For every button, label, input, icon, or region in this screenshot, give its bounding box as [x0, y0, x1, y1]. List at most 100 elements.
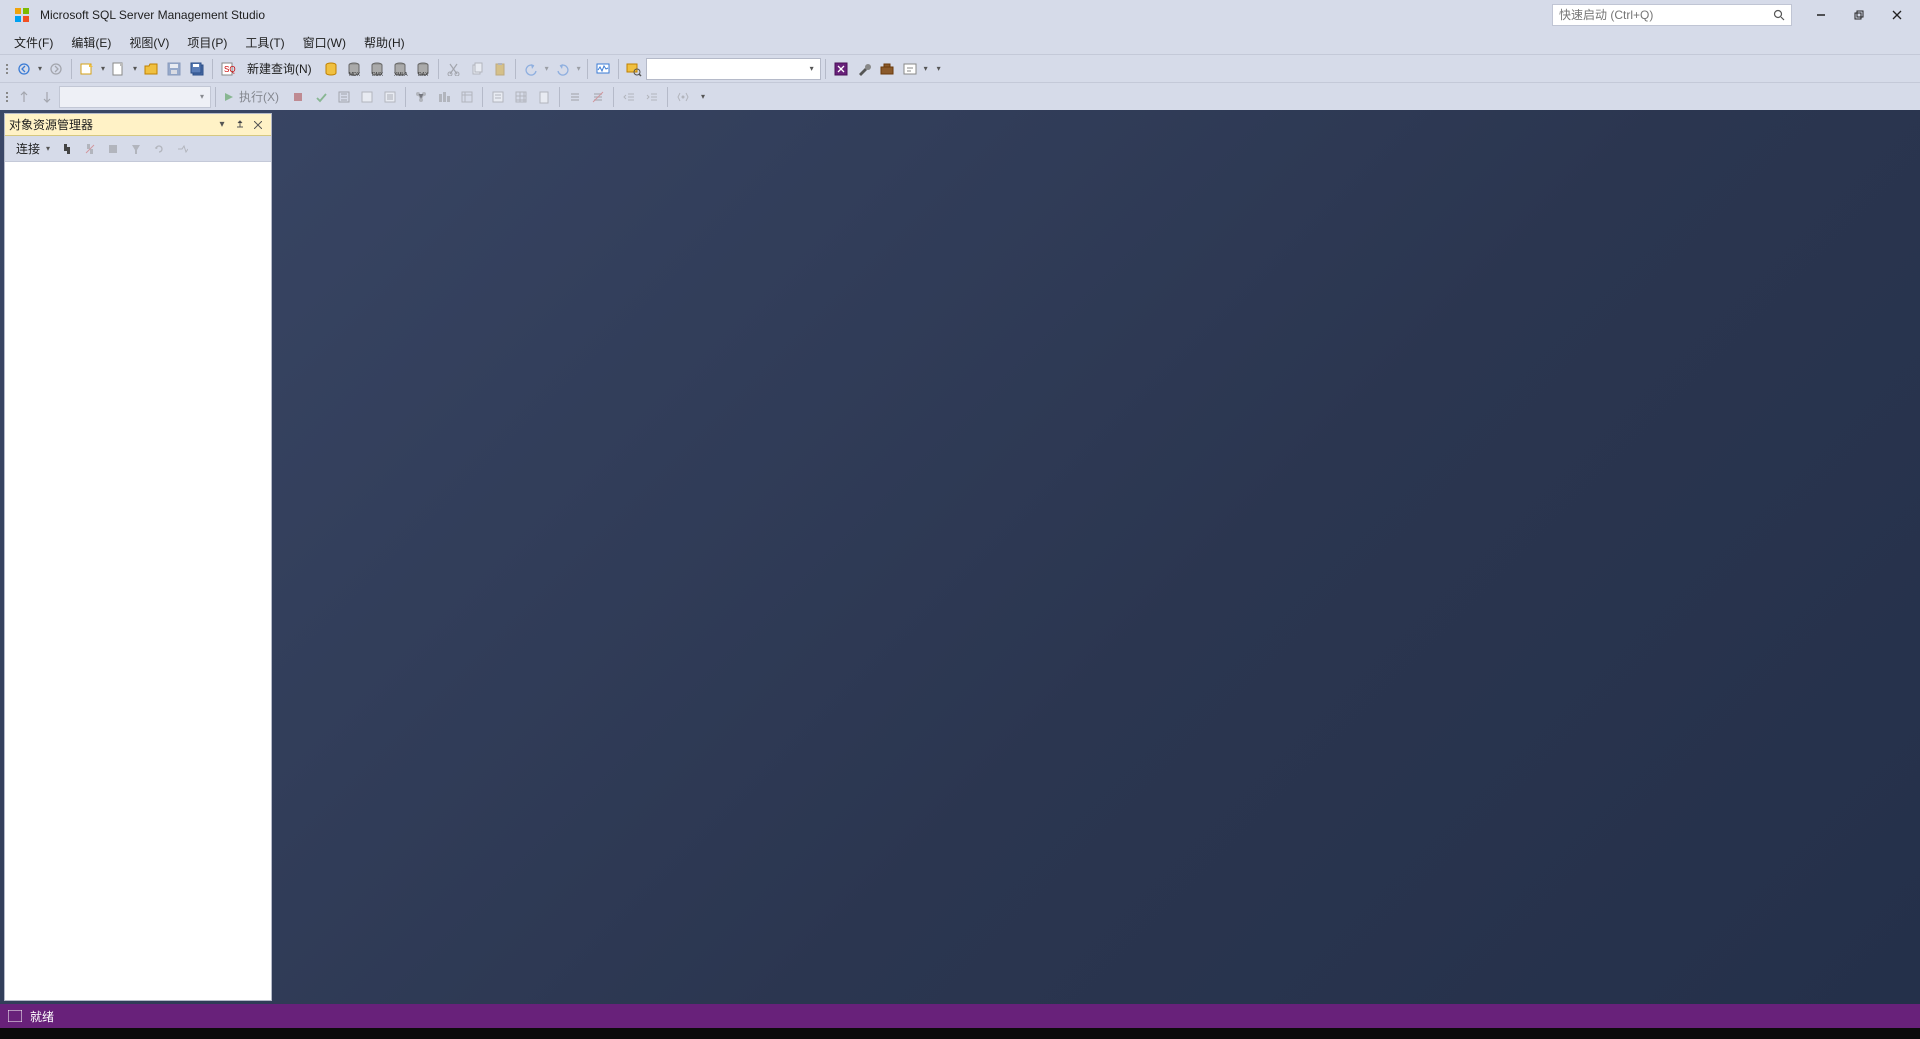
connect-button[interactable]: 连接 ▾ [9, 138, 55, 160]
nav-forward-button [45, 58, 67, 80]
main-workspace: 对象资源管理器 ▾ 连接 ▾ [0, 110, 1920, 1004]
panel-pin-button[interactable] [231, 116, 249, 134]
cancel-query-button [287, 86, 309, 108]
undo-dropdown: ▾ [543, 64, 551, 73]
search-icon [1773, 9, 1785, 21]
start-page-dropdown[interactable]: ▾ [922, 64, 930, 73]
toolbar2-overflow[interactable]: ▾ [699, 92, 707, 101]
taskbar-strip [0, 1028, 1920, 1039]
object-explorer-panel: 对象资源管理器 ▾ 连接 ▾ [4, 113, 272, 1001]
execute-label: 执行(X) [235, 88, 283, 105]
nav-back-button[interactable] [13, 58, 35, 80]
object-explorer-title: 对象资源管理器 [9, 116, 213, 133]
new-file-button[interactable] [108, 58, 130, 80]
new-project-dropdown[interactable]: ▾ [99, 64, 107, 73]
save-button [163, 58, 185, 80]
registered-servers-button[interactable] [830, 58, 852, 80]
mdx-query-button[interactable]: MDX [343, 58, 365, 80]
app-title: Microsoft SQL Server Management Studio [40, 8, 265, 22]
comment-button [564, 86, 586, 108]
quick-launch-box[interactable] [1552, 4, 1792, 26]
start-page-button[interactable] [899, 58, 921, 80]
toolbar-overflow[interactable]: ▾ [935, 64, 943, 73]
connect-object-explorer-button[interactable] [56, 138, 78, 160]
new-query-label: 新建查询(N) [243, 60, 316, 77]
parse-button [310, 86, 332, 108]
menu-view[interactable]: 视图(V) [121, 32, 177, 53]
specify-values-button [672, 86, 694, 108]
sql-editor-toolbar: ▾ 执行(X) [0, 82, 1920, 110]
filter-button [125, 138, 147, 160]
new-query-button[interactable]: 新建查询(N) [240, 58, 319, 80]
save-all-button[interactable] [186, 58, 208, 80]
activity-monitor-button[interactable] [592, 58, 614, 80]
panel-close-button[interactable] [249, 116, 267, 134]
menu-window[interactable]: 窗口(W) [295, 32, 354, 53]
object-explorer-header: 对象资源管理器 ▾ [5, 114, 271, 136]
nav-back-dropdown[interactable]: ▾ [36, 64, 44, 73]
svg-text:DMX: DMX [372, 72, 384, 77]
execute-button: 执行(X) [220, 86, 286, 108]
toolbar-grip[interactable] [4, 86, 10, 108]
include-actual-plan-button [410, 86, 432, 108]
menu-tools[interactable]: 工具(T) [237, 32, 292, 53]
svg-text:XMLA: XMLA [394, 72, 408, 77]
menu-project[interactable]: 项目(P) [179, 32, 235, 53]
query-options-button [356, 86, 378, 108]
include-client-stats-button [456, 86, 478, 108]
include-live-stats-button [433, 86, 455, 108]
panel-dropdown-button[interactable]: ▾ [213, 116, 231, 134]
status-icon [8, 1010, 22, 1022]
toolbox-button[interactable] [876, 58, 898, 80]
refresh-button [148, 138, 170, 160]
paste-button [489, 58, 511, 80]
menu-edit[interactable]: 编辑(E) [63, 32, 119, 53]
redo-button [552, 58, 574, 80]
database-engine-query-button[interactable] [320, 58, 342, 80]
menu-help[interactable]: 帮助(H) [356, 32, 413, 53]
menu-bar: 文件(F) 编辑(E) 视图(V) 项目(P) 工具(T) 窗口(W) 帮助(H… [0, 30, 1920, 54]
search-combo[interactable]: ▾ [646, 58, 821, 80]
new-project-button[interactable] [76, 58, 98, 80]
maximize-button[interactable] [1840, 1, 1878, 29]
svg-text:MDX: MDX [349, 72, 361, 77]
close-button[interactable] [1878, 1, 1916, 29]
status-bar: 就绪 [0, 1004, 1920, 1028]
sync-button [171, 138, 193, 160]
available-databases-button [36, 86, 58, 108]
quick-launch-input[interactable] [1559, 8, 1759, 22]
properties-button[interactable] [853, 58, 875, 80]
open-file-button[interactable] [140, 58, 162, 80]
xmla-query-button[interactable]: XMLA [389, 58, 411, 80]
dax-query-button[interactable]: DAX [412, 58, 434, 80]
cut-button [443, 58, 465, 80]
results-to-file-button [533, 86, 555, 108]
results-to-text-button [487, 86, 509, 108]
object-explorer-toolbar: 连接 ▾ [5, 136, 271, 162]
increase-indent-button [641, 86, 663, 108]
uncomment-button [587, 86, 609, 108]
status-text: 就绪 [30, 1008, 54, 1025]
new-file-dropdown[interactable]: ▾ [131, 64, 139, 73]
copy-button [466, 58, 488, 80]
display-plan-button [333, 86, 355, 108]
decrease-indent-button [618, 86, 640, 108]
title-bar: Microsoft SQL Server Management Studio [0, 0, 1920, 30]
change-connection-button [13, 86, 35, 108]
new-query-icon[interactable]: SQL [217, 58, 239, 80]
object-explorer-tree[interactable] [5, 162, 271, 1000]
app-icon [12, 5, 32, 25]
menu-file[interactable]: 文件(F) [6, 32, 61, 53]
stop-button [102, 138, 124, 160]
dmx-query-button[interactable]: DMX [366, 58, 388, 80]
svg-text:DAX: DAX [418, 72, 429, 77]
toolbar-grip[interactable] [4, 58, 10, 80]
undo-button [520, 58, 542, 80]
standard-toolbar: ▾ ▾ ▾ SQL 新建查询(N) MDX DMX XMLA DAX [0, 54, 1920, 82]
svg-text:SQL: SQL [224, 65, 236, 74]
minimize-button[interactable] [1802, 1, 1840, 29]
disconnect-button [79, 138, 101, 160]
intellisense-button [379, 86, 401, 108]
find-button[interactable] [623, 58, 645, 80]
results-to-grid-button [510, 86, 532, 108]
